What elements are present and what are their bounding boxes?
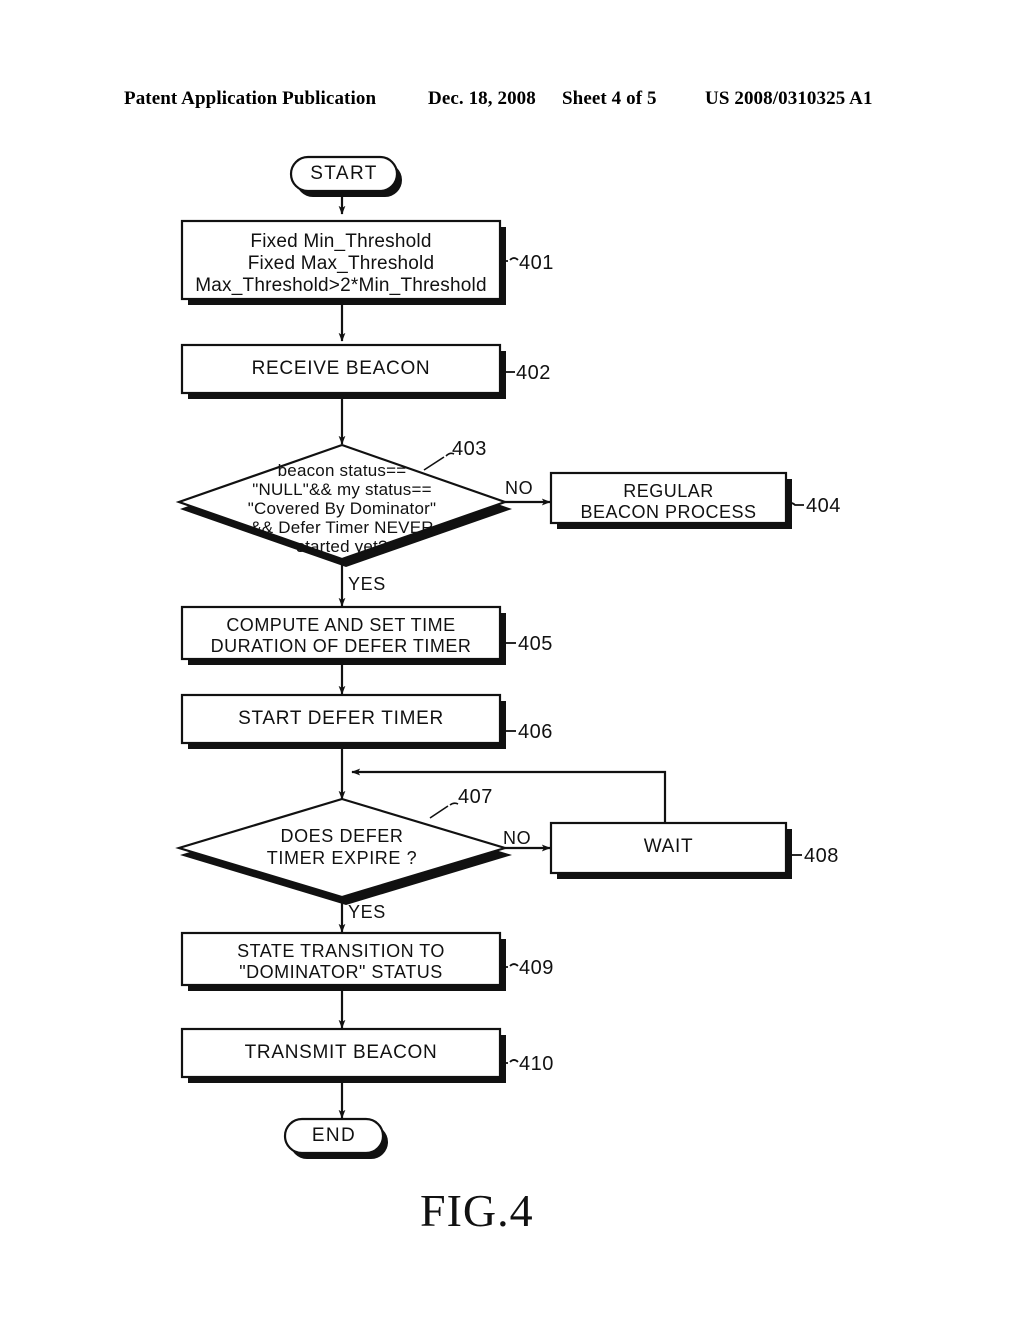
ref-number-403: 403 — [452, 438, 487, 460]
edge-label-no-403: NO — [505, 478, 534, 498]
ref-number-405: 405 — [518, 633, 553, 655]
flowchart-canvas — [175, 155, 804, 1159]
node-410-shape — [180, 1027, 502, 1079]
node-408-shape — [549, 821, 788, 875]
node-start-shape — [289, 155, 399, 193]
node-401-shape — [180, 219, 502, 301]
ref-number-409: 409 — [519, 957, 554, 979]
node-409-shape — [180, 931, 502, 987]
flowchart-figure: START Fixed Min_Threshold Fixed Max_Thre… — [0, 0, 1024, 1320]
ref-number-408: 408 — [804, 845, 839, 867]
ref-number-410: 410 — [519, 1053, 554, 1075]
edge-label-no-407: NO — [503, 828, 532, 848]
node-end-shape — [283, 1117, 385, 1155]
ref-number-401: 401 — [519, 252, 554, 274]
node-404-shape — [549, 471, 788, 525]
ref-number-402: 402 — [516, 362, 551, 384]
edge-label-yes-407: YES — [348, 902, 386, 922]
node-shadows — [180, 163, 792, 1159]
ref-number-404: 404 — [806, 495, 841, 517]
node-403-shape — [175, 443, 509, 561]
figure-caption: FIG.4 — [420, 1185, 534, 1236]
ref-number-406: 406 — [518, 721, 553, 743]
node-405-shape — [180, 605, 502, 661]
edge-label-yes-403: YES — [348, 574, 386, 594]
ref-number-407: 407 — [458, 786, 493, 808]
node-407-shape — [175, 797, 509, 899]
node-outlines — [175, 155, 788, 1155]
node-402-shape — [180, 343, 502, 395]
node-406-shape — [180, 693, 502, 745]
